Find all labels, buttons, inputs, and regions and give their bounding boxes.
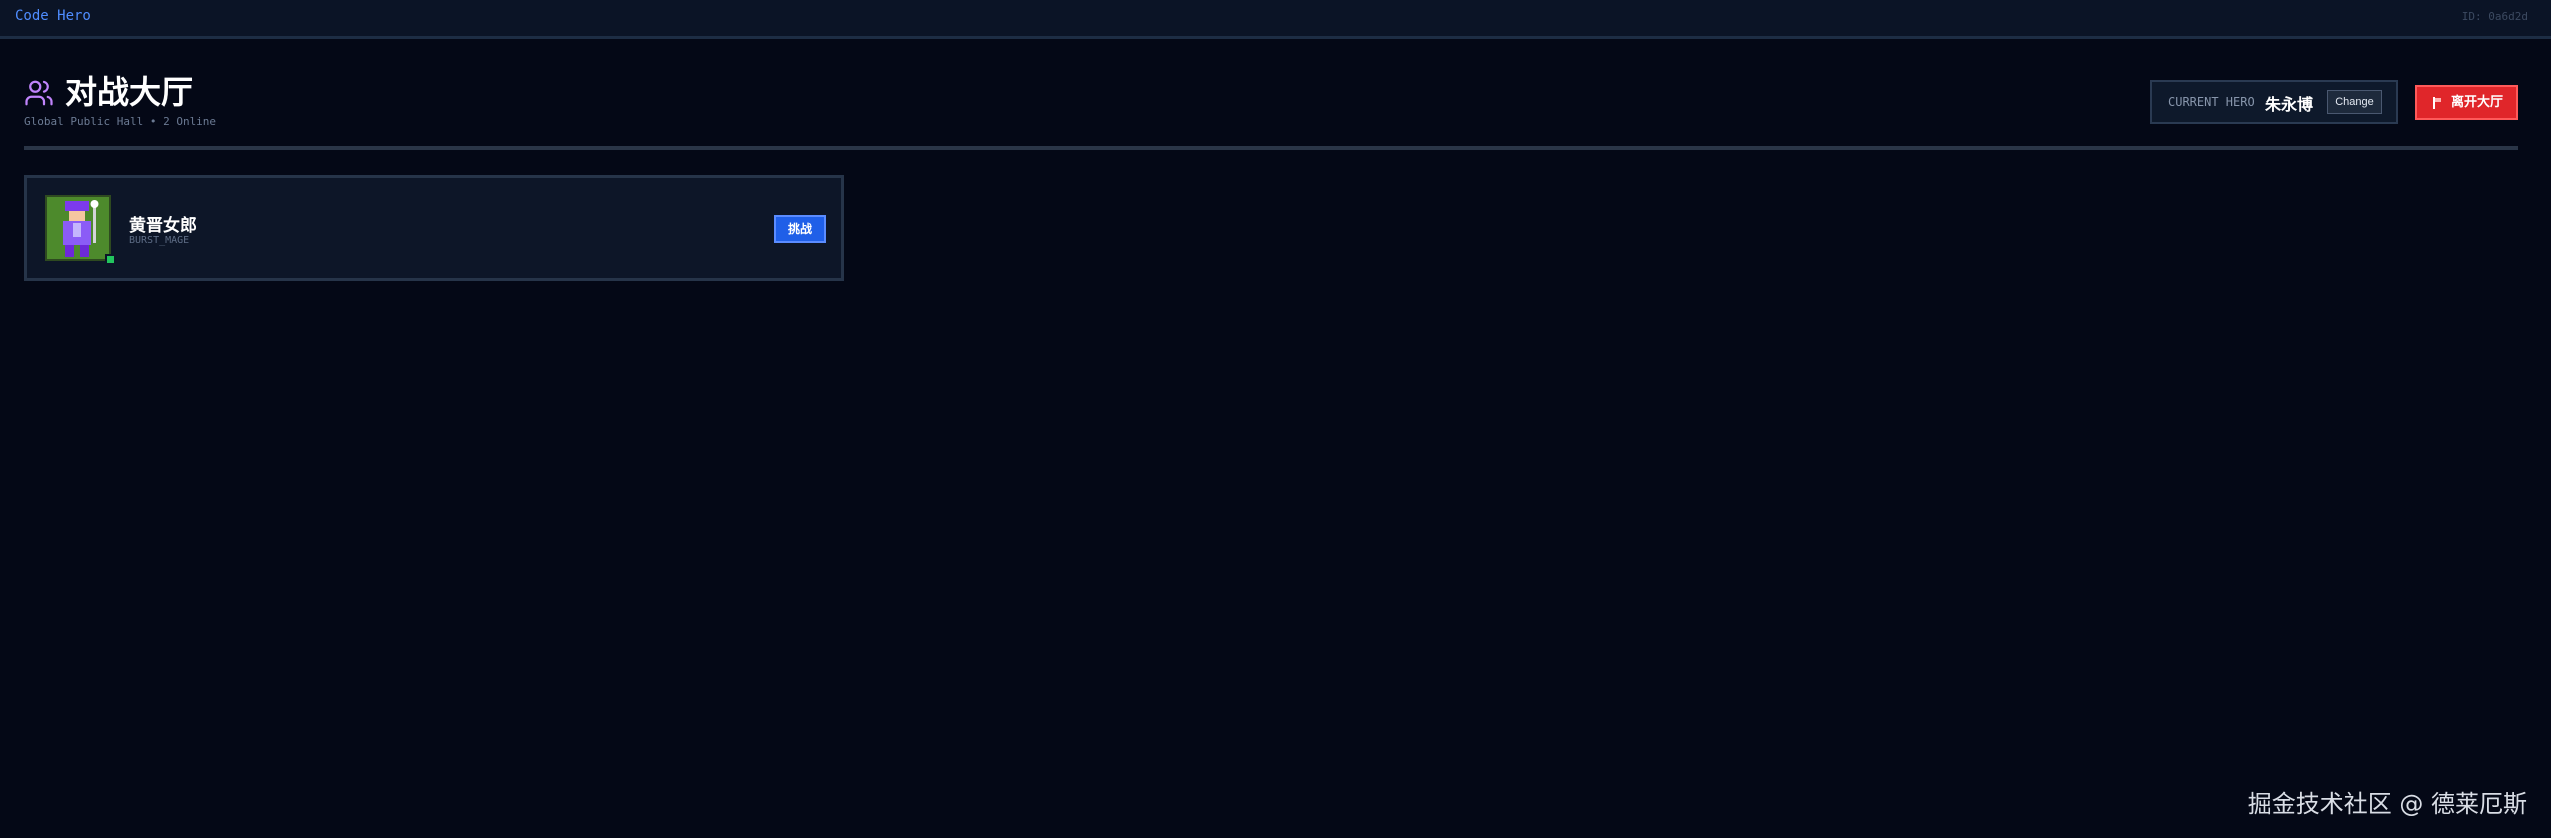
change-hero-button[interactable]: Change bbox=[2327, 90, 2382, 114]
current-hero-label: CURRENT HERO bbox=[2168, 95, 2255, 109]
current-hero-panel: CURRENT HERO 朱永博 Change bbox=[2150, 80, 2398, 124]
player-card: 黄晋女郎 BURST_MAGE 挑战 bbox=[24, 175, 844, 281]
top-bar: Code Hero ID: 0a6d2d bbox=[0, 0, 2551, 39]
flag-icon bbox=[2433, 97, 2441, 109]
page-title: 对战大厅 bbox=[65, 73, 194, 111]
session-id: ID: 0a6d2d bbox=[2461, 10, 2528, 23]
leave-lobby-label: 离开大厅 bbox=[2451, 95, 2504, 110]
mage-sprite-icon bbox=[47, 197, 109, 259]
lobby-subtitle: Global Public Hall • 2 Online bbox=[24, 115, 217, 128]
leave-lobby-button[interactable]: 离开大厅 bbox=[2415, 85, 2518, 120]
online-status-indicator bbox=[105, 254, 116, 265]
brand-logo[interactable]: Code Hero bbox=[15, 8, 91, 24]
avatar bbox=[45, 195, 111, 261]
watermark: 掘金技术社区 @ 德莱厄斯 bbox=[2247, 790, 2527, 818]
users-icon bbox=[25, 80, 53, 106]
player-class: BURST_MAGE bbox=[129, 235, 190, 246]
challenge-button[interactable]: 挑战 bbox=[774, 215, 826, 243]
header-divider bbox=[24, 146, 2518, 150]
current-hero-name: 朱永博 bbox=[2265, 95, 2314, 114]
player-name: 黄晋女郎 bbox=[129, 216, 197, 236]
lobby-header: 对战大厅 Global Public Hall • 2 Online CURRE… bbox=[24, 72, 2518, 150]
